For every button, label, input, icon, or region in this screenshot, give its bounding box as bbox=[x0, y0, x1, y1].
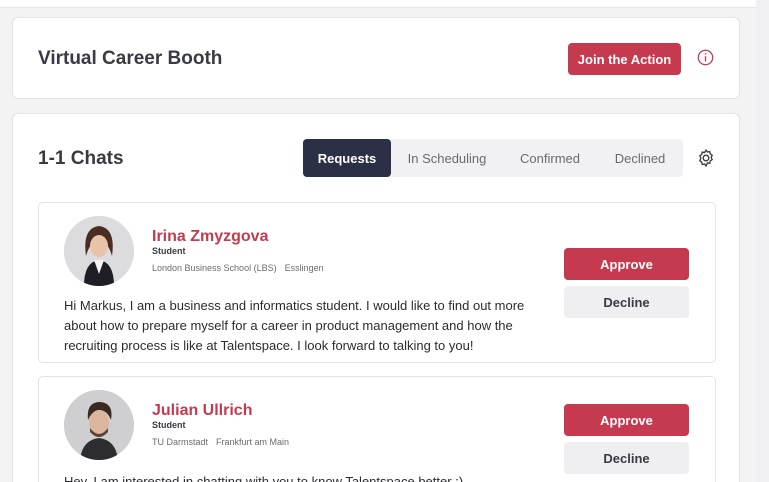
decline-button[interactable]: Decline bbox=[564, 442, 689, 474]
requester-role: Student bbox=[152, 246, 186, 256]
decline-button[interactable]: Decline bbox=[564, 286, 689, 318]
tab-in-scheduling[interactable]: In Scheduling bbox=[391, 139, 503, 177]
tab-confirmed[interactable]: Confirmed bbox=[503, 139, 597, 177]
avatar bbox=[64, 390, 134, 460]
requester-school: TU Darmstadt bbox=[152, 437, 209, 447]
gear-icon[interactable] bbox=[696, 148, 716, 168]
career-booth-card: Virtual Career Booth Join the Action bbox=[12, 17, 740, 99]
chats-card: 1-1 Chats Requests In Scheduling Confirm… bbox=[12, 113, 740, 482]
avatar bbox=[64, 216, 134, 286]
requester-school: London Business School (LBS) bbox=[152, 263, 277, 273]
join-the-action-button[interactable]: Join the Action bbox=[568, 43, 681, 75]
requester-location: Frankfurt am Main bbox=[216, 437, 290, 447]
chats-title: 1-1 Chats bbox=[38, 148, 124, 169]
request-message: Hi Markus, I am a business and informati… bbox=[64, 298, 525, 353]
info-icon[interactable] bbox=[697, 49, 714, 66]
tab-requests[interactable]: Requests bbox=[303, 139, 391, 177]
requester-location: Esslingen bbox=[284, 263, 324, 273]
requester-meta: London Business School (LBS) Esslingen bbox=[152, 263, 324, 273]
requester-role: Student bbox=[152, 420, 186, 430]
chat-request-card: Irina Zmyzgova Student London Business S… bbox=[38, 202, 716, 363]
tab-declined[interactable]: Declined bbox=[597, 139, 683, 177]
booth-title: Virtual Career Booth bbox=[38, 48, 223, 69]
page-scroll-gutter bbox=[756, 0, 769, 482]
requester-meta: TU Darmstadt Frankfurt am Main bbox=[152, 437, 289, 447]
approve-button[interactable]: Approve bbox=[564, 404, 689, 436]
chat-status-tabs: Requests In Scheduling Confirmed Decline… bbox=[303, 139, 683, 177]
chat-request-card: Julian Ullrich Student TU Darmstadt Frank… bbox=[38, 376, 716, 482]
requester-name[interactable]: Julian Ullrich bbox=[152, 402, 252, 420]
top-border bbox=[0, 0, 769, 8]
approve-button[interactable]: Approve bbox=[564, 248, 689, 280]
request-message: Hey, I am interested in chatting with yo… bbox=[64, 474, 464, 482]
requester-name[interactable]: Irina Zmyzgova bbox=[152, 228, 268, 246]
